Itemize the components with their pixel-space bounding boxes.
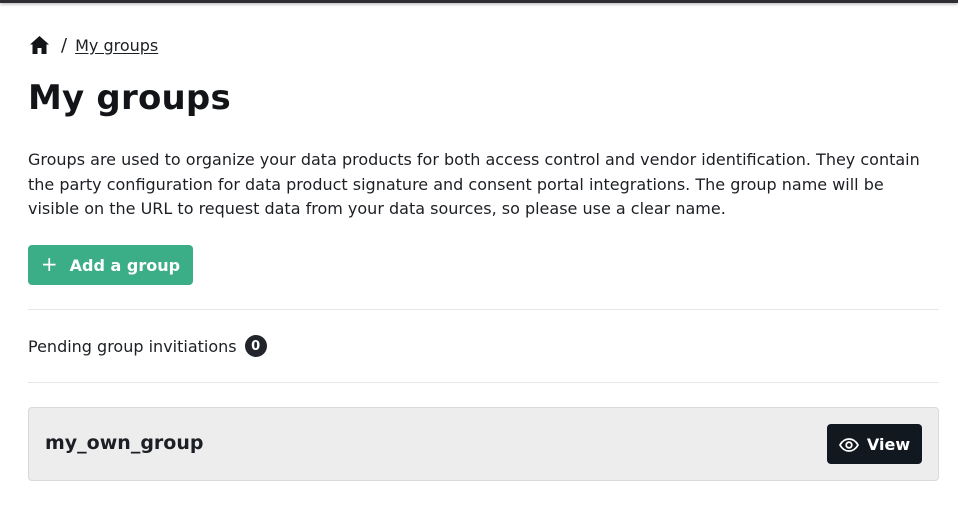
pending-count-badge: 0 [244,335,267,357]
breadcrumb-link-my-groups[interactable]: My groups [75,36,158,55]
eye-icon [838,437,859,452]
pending-invitations: Pending group invitiations 0 [28,334,267,358]
pending-invitations-label: Pending group invitiations [28,336,237,356]
page-description: Groups are used to organize your data pr… [28,150,920,218]
divider [28,382,939,383]
page-title: My groups [28,78,231,118]
plus-icon: + [40,252,58,276]
add-group-label: Add a group [69,255,181,275]
divider [28,309,939,310]
view-group-button[interactable]: View [827,424,922,464]
breadcrumb-separator: / [61,34,68,56]
breadcrumb: / My groups [29,33,158,57]
view-label: View [866,434,911,454]
home-icon[interactable] [29,35,50,55]
add-group-button[interactable]: + Add a group [28,245,193,285]
group-name: my_own_group [45,432,204,454]
top-shadow-bar [0,0,958,3]
group-card: my_own_group View [28,407,939,481]
